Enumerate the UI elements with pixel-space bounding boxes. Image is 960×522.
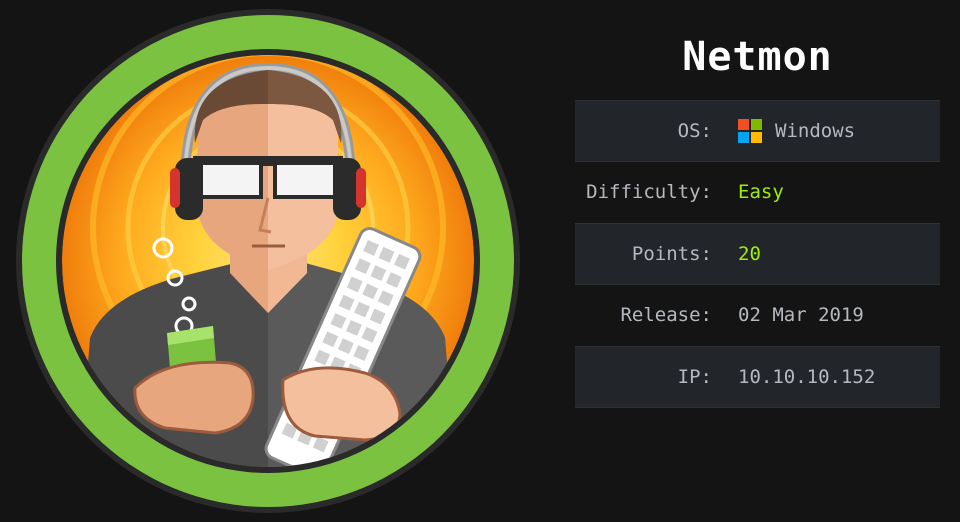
info-row-difficulty: Difficulty: Easy — [575, 162, 940, 224]
os-value: Windows — [738, 118, 856, 143]
machine-info-table: OS: Windows Difficulty: Easy Points: 20 … — [575, 100, 940, 408]
points-value: 20 — [738, 242, 761, 265]
difficulty-label: Difficulty: — [586, 181, 712, 204]
release-value: 02 Mar 2019 — [738, 304, 864, 327]
info-row-points: Points: 20 — [575, 223, 940, 285]
info-row-release: Release: 02 Mar 2019 — [575, 285, 940, 347]
ip-label: IP: — [677, 365, 712, 388]
info-row-ip: IP: 10.10.10.152 — [575, 346, 940, 408]
windows-logo-icon — [738, 118, 762, 143]
os-value-text: Windows — [775, 119, 856, 142]
release-label: Release: — [620, 304, 712, 327]
info-row-os: OS: Windows — [575, 100, 940, 162]
avatar-illustration — [16, 9, 520, 513]
machine-avatar — [15, 8, 521, 514]
machine-name: Netmon — [682, 34, 833, 80]
os-label: OS: — [677, 119, 712, 142]
difficulty-value: Easy — [738, 181, 784, 204]
points-label: Points: — [631, 242, 712, 265]
ip-value: 10.10.10.152 — [738, 365, 876, 388]
